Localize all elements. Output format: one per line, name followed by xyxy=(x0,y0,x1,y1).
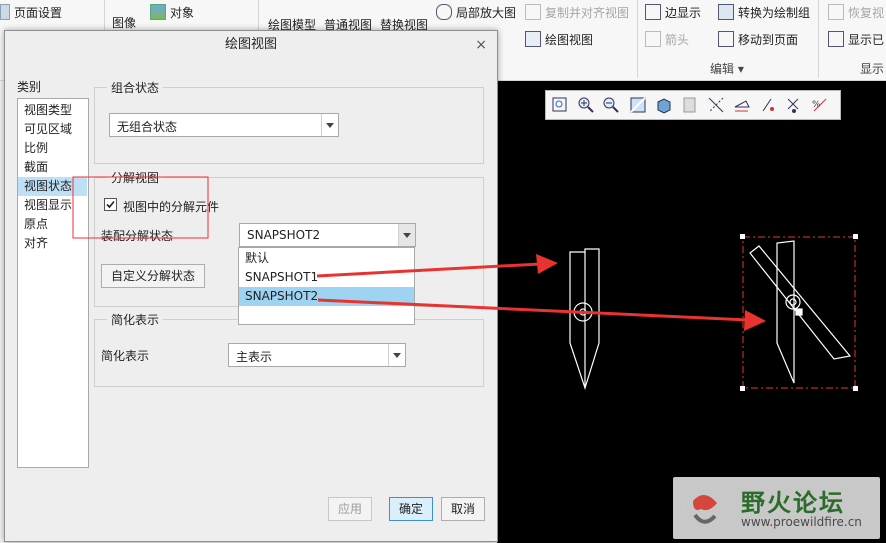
logo-icon xyxy=(680,484,728,532)
watermark-url: www.proewildfire.cn xyxy=(741,515,862,529)
highlight-box xyxy=(72,176,209,239)
annotation-overlay xyxy=(72,176,766,331)
arrow-to-snapshot2 xyxy=(317,298,766,331)
watermark-title: 野火论坛 xyxy=(741,489,845,517)
arrow-to-snapshot1 xyxy=(316,254,558,278)
forum-watermark: 野火论坛 www.proewildfire.cn xyxy=(673,477,880,539)
